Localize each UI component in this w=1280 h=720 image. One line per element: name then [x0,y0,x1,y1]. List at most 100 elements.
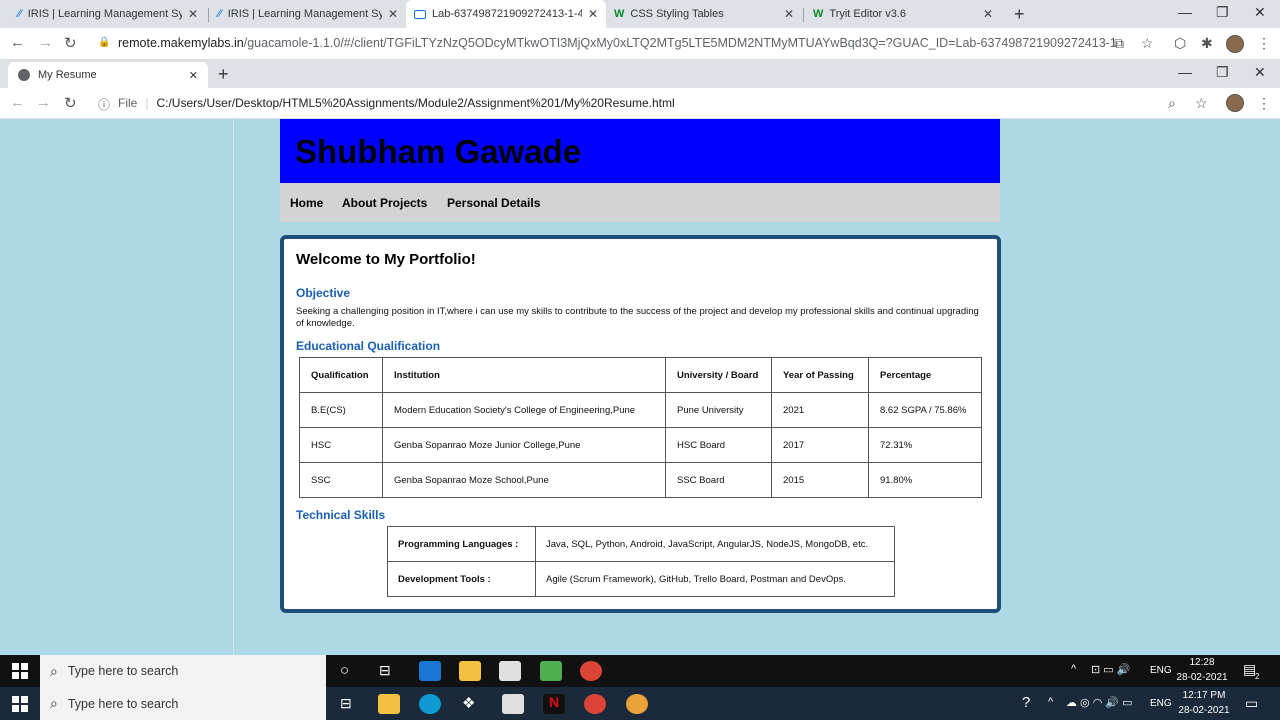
language-indicator[interactable]: ENG [1150,697,1172,711]
w3schools-icon: W [813,8,824,20]
cortana-icon[interactable]: ○ [340,662,349,679]
reload-button[interactable]: ↻ [64,34,77,52]
profile-avatar[interactable] [1226,94,1244,112]
taskbar-search[interactable]: ⌕ Type here to search [40,687,326,720]
outer-tab-iris-1[interactable]: ⁄⁄ IRIS | Learning Management Syst ✕ [10,0,206,28]
dropbox-icon[interactable]: ❖ [462,694,475,712]
close-icon[interactable]: ✕ [588,7,598,21]
url-path: C:/Users/User/Desktop/HTML5%20Assignment… [156,96,675,110]
taskbar-search[interactable]: ⌕ Type here to search [40,655,326,687]
file-explorer-icon[interactable] [378,694,400,714]
close-icon[interactable]: ✕ [188,7,198,21]
store-icon[interactable] [502,694,524,714]
restore-button[interactable]: ❐ [1216,4,1229,21]
outer-tab-iris-2[interactable]: ⁄⁄ IRIS | Learning Management Syst ✕ [210,0,406,28]
outer-tab-lab[interactable]: Lab-637498721909272413-1-461 ✕ [406,0,606,28]
inner-tab-strip: My Resume ✕ + — ❐ ✕ [0,60,1280,88]
chrome-profile-icon[interactable] [626,694,648,714]
table-row: Programming Languages : Java, SQL, Pytho… [387,526,895,562]
minimize-button[interactable]: — [1178,4,1192,20]
nav-home[interactable]: Home [290,196,323,210]
tray-icons[interactable]: ⊡ ▭ 🔊 [1091,663,1130,676]
makemylabs-icon: ⁄⁄ [18,8,22,20]
netflix-icon[interactable]: N [543,694,565,714]
search-placeholder: Type here to search [67,696,179,711]
tray-icons[interactable]: ☁ ◎ ◠ 🔊 ▭ [1066,696,1133,709]
skill-value: Agile (Scrum Framework), GitHub, Trello … [535,561,895,597]
menu-icon[interactable]: ⋮ [1257,35,1271,52]
outer-tab-css-tables[interactable]: W CSS Styling Tables ✕ [606,0,802,28]
restore-button[interactable]: ❐ [1216,64,1229,81]
nav-about-projects[interactable]: About Projects [342,196,427,210]
tab-title: Tryit Editor v3.6 [829,8,907,20]
table-cell: Genba Sopanrao Moze Junior College,Pune [382,427,666,463]
close-icon[interactable]: ✕ [784,7,794,21]
tab-title: IRIS | Learning Management Syst [227,8,382,20]
close-window-button[interactable]: ✕ [1254,4,1266,21]
search-icon: ⌕ [50,695,58,711]
close-icon[interactable]: ✕ [983,7,993,21]
back-button[interactable]: ← [10,94,25,111]
search-placeholder: Type here to search [67,664,179,678]
edge-icon[interactable] [419,694,441,714]
minimize-button[interactable]: — [1178,64,1192,80]
edge-icon[interactable] [419,661,441,681]
store-icon[interactable] [499,661,521,681]
nav-personal-details[interactable]: Personal Details [447,196,540,210]
new-tab-button[interactable]: + [1014,4,1025,25]
close-icon[interactable]: ✕ [388,7,398,21]
windows-start-icon[interactable] [12,696,28,712]
info-icon[interactable]: ⓘ [98,96,110,113]
back-button[interactable]: ← [10,34,25,51]
forward-button[interactable]: → [36,94,51,111]
inner-tab-my-resume[interactable]: My Resume ✕ [8,62,208,88]
close-window-button[interactable]: ✕ [1254,64,1266,81]
clock-time[interactable]: 12:17 PM [1180,689,1228,703]
skills-table: Programming Languages : Java, SQL, Pytho… [387,526,895,597]
url-field[interactable]: File | C:/Users/User/Desktop/HTML5%20Assig… [118,96,675,110]
lock-icon[interactable]: 🔒 [98,37,110,48]
new-tab-button[interactable]: + [218,64,229,85]
notepad-icon[interactable] [540,661,562,681]
chevron-up-icon[interactable]: ^ [1071,663,1076,675]
education-heading: Educational Qualification [296,339,441,353]
chevron-up-icon[interactable]: ^ [1048,696,1053,708]
url-field[interactable]: remote.makemylabs.in/guacamole-1.1.0/#/c… [118,36,1118,50]
welcome-heading: Welcome to My Portfolio! [296,251,476,268]
chrome-icon[interactable] [580,661,602,681]
skill-label: Development Tools : [387,561,536,597]
search-icon: ⌕ [50,662,58,679]
clock-time[interactable]: 12:28 [1180,656,1224,670]
file-explorer-icon[interactable] [459,661,481,681]
table-row: SSC Genba Sopanrao Moze School,Pune SSC … [299,462,982,498]
clock-date[interactable]: 28-02-2021 [1176,671,1228,685]
star-icon[interactable]: ☆ [1195,95,1208,112]
extension-shield-icon[interactable]: ⬡ [1174,35,1186,52]
reload-button[interactable]: ↻ [64,94,77,112]
task-view-icon[interactable]: ⊟ [340,695,352,712]
notification-icon[interactable]: ▭ [1245,695,1258,712]
star-icon[interactable]: ☆ [1141,35,1154,52]
site-nav: Home About Projects Personal Details [280,183,1000,222]
language-indicator[interactable]: ENG [1150,664,1172,678]
outer-address-bar: ← → ↻ 🔒 remote.makemylabs.in/guacamole-1… [0,28,1280,60]
table-cell: 8.62 SGPA / 75.86% [868,392,982,428]
table-cell: 72.31% [868,427,982,463]
chrome-icon[interactable] [584,694,606,714]
windows-start-icon[interactable] [12,663,28,679]
task-view-icon[interactable]: ⊟ [379,662,391,679]
copy-icon[interactable]: ⧉ [1114,35,1124,52]
outer-tab-tryit[interactable]: W Tryit Editor v3.6 ✕ [805,0,1001,28]
menu-icon[interactable]: ⋮ [1257,95,1271,112]
local-taskbar: ⌕ Type here to search ⊟ ❖ N ? ^ ☁ ◎ ◠ 🔊 … [0,687,1280,720]
site-header: Shubham Gawade [280,119,1000,183]
help-icon[interactable]: ? [1022,694,1030,711]
forward-button[interactable]: → [38,34,53,51]
skill-label: Programming Languages : [387,526,536,562]
profile-avatar[interactable] [1226,35,1244,53]
close-icon[interactable]: ✕ [189,69,198,82]
tab-title: CSS Styling Tables [630,8,724,20]
clock-date[interactable]: 28-02-2021 [1176,704,1232,718]
zoom-icon[interactable]: ⌕ [1168,95,1176,112]
puzzle-icon[interactable]: ✱ [1201,35,1213,52]
